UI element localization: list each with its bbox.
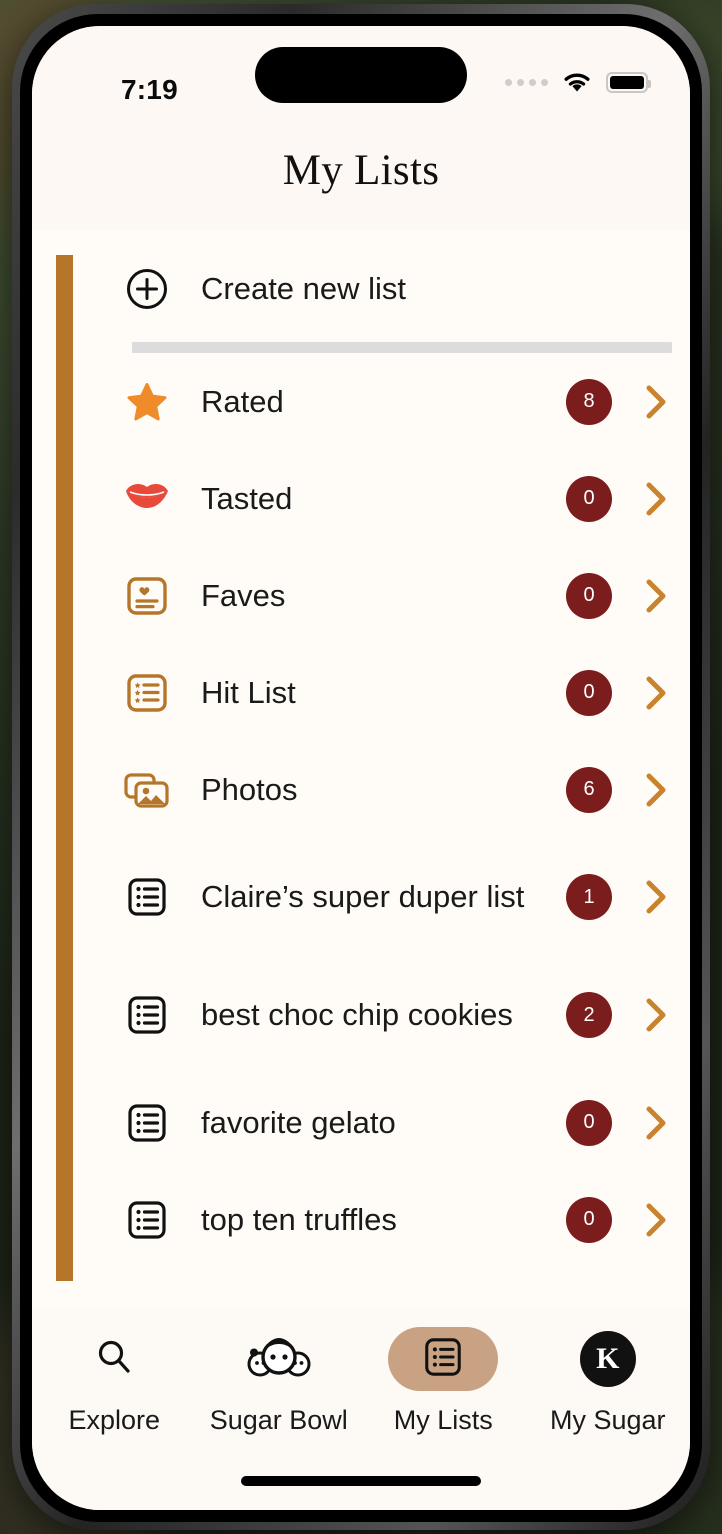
lips-icon: [119, 482, 175, 516]
wifi-icon: [561, 70, 593, 94]
signal-dots-icon: [505, 78, 548, 86]
list-item[interactable]: Photos 6: [73, 741, 690, 838]
list-item[interactable]: Tasted 0: [73, 450, 690, 547]
tab-sugar-bowl[interactable]: Sugar Bowl: [197, 1327, 362, 1436]
photos-icon: [119, 768, 175, 812]
list-icon: [119, 1198, 175, 1242]
list-item-count-badge: 0: [566, 475, 612, 522]
list-icon: [119, 875, 175, 919]
chevron-right-icon[interactable]: [640, 875, 672, 919]
plus-circle-icon: [119, 267, 175, 311]
chevron-right-icon[interactable]: [640, 768, 672, 812]
status-indicators: [505, 70, 651, 94]
list-item-label: best choc chip cookies: [201, 997, 513, 1033]
section-divider: [73, 342, 690, 353]
tab-my-sugar[interactable]: K My Sugar: [526, 1327, 691, 1436]
list-item-label: Photos: [201, 771, 298, 807]
dynamic-island: [255, 47, 467, 103]
screenshot-root: 7:19 My Lists Create new list Rated 8 Ta…: [0, 0, 722, 1534]
list-item-count-badge: 0: [566, 572, 612, 619]
tab-sugar-bowl-label: Sugar Bowl: [209, 1405, 348, 1435]
list-item[interactable]: Hit List 0: [73, 644, 690, 741]
tab-my-sugar-label: My Sugar: [549, 1405, 666, 1435]
tab-explore-label: Explore: [68, 1405, 161, 1435]
tab-my-lists[interactable]: My Lists: [361, 1327, 526, 1436]
tab-explore[interactable]: Explore: [32, 1327, 197, 1436]
status-time: 7:19: [121, 74, 178, 105]
list-item-label: Faves: [201, 577, 286, 613]
list-item-label: favorite gelato: [201, 1104, 396, 1140]
list-icon: [119, 993, 175, 1037]
chevron-right-icon[interactable]: [640, 574, 672, 618]
list-item[interactable]: top ten truffles 0: [73, 1171, 690, 1268]
list-item[interactable]: Rated 8: [73, 353, 690, 450]
list-item-label: top ten truffles: [201, 1201, 397, 1237]
create-new-list-label: Create new list: [201, 271, 407, 306]
page-title: My Lists: [282, 147, 440, 194]
search-icon: [94, 1337, 134, 1382]
list-item-count-badge: 6: [566, 766, 612, 813]
list-icon: [119, 1101, 175, 1145]
tab-my-lists-label: My Lists: [393, 1405, 493, 1435]
star-icon: [119, 380, 175, 424]
list-item-label: Claire’s super duper list: [201, 879, 525, 915]
create-new-list-button[interactable]: Create new list: [73, 230, 690, 342]
chevron-right-icon[interactable]: [640, 1101, 672, 1145]
list-icon: [422, 1336, 464, 1383]
avatar-k-icon: K: [579, 1331, 636, 1387]
list-item-count-badge: 8: [566, 378, 612, 425]
chevron-right-icon[interactable]: [640, 671, 672, 715]
list-item-label: Tasted: [201, 480, 293, 516]
chevron-right-icon[interactable]: [640, 380, 672, 424]
bottom-tab-bar: Explore Sugar Bowl My Lists K My Sugar: [32, 1309, 690, 1510]
list-item[interactable]: Claire’s super duper list 1: [73, 838, 690, 956]
chevron-right-icon[interactable]: [640, 1198, 672, 1242]
phone-screen: 7:19 My Lists Create new list Rated 8 Ta…: [32, 26, 690, 1510]
list-item-count-badge: 0: [566, 1099, 612, 1146]
page-header: My Lists: [32, 122, 690, 230]
list-item-label: Rated: [201, 383, 284, 419]
list-item[interactable]: Faves 0: [73, 547, 690, 644]
heart-card-icon: [119, 574, 175, 618]
chevron-right-icon[interactable]: [640, 477, 672, 521]
list-item-count-badge: 0: [566, 1196, 612, 1243]
list-item-count-badge: 2: [566, 992, 612, 1038]
battery-icon: [606, 71, 651, 93]
list-item[interactable]: best choc chip cookies 2: [73, 956, 690, 1074]
list-item-count-badge: 0: [566, 669, 612, 716]
list-item[interactable]: favorite gelato 0: [73, 1074, 690, 1171]
home-indicator: [241, 1476, 481, 1486]
chevron-right-icon[interactable]: [640, 993, 672, 1037]
star-list-icon: [119, 671, 175, 715]
list-item-count-badge: 1: [566, 874, 612, 920]
list-item-label: Hit List: [201, 674, 296, 710]
lists-scroll-area[interactable]: Create new list Rated 8 Tasted 0 Faves 0…: [32, 230, 690, 1309]
status-bar: 7:19: [32, 26, 690, 122]
scroll-indicator[interactable]: [56, 255, 73, 1281]
people-icon: [247, 1336, 311, 1383]
